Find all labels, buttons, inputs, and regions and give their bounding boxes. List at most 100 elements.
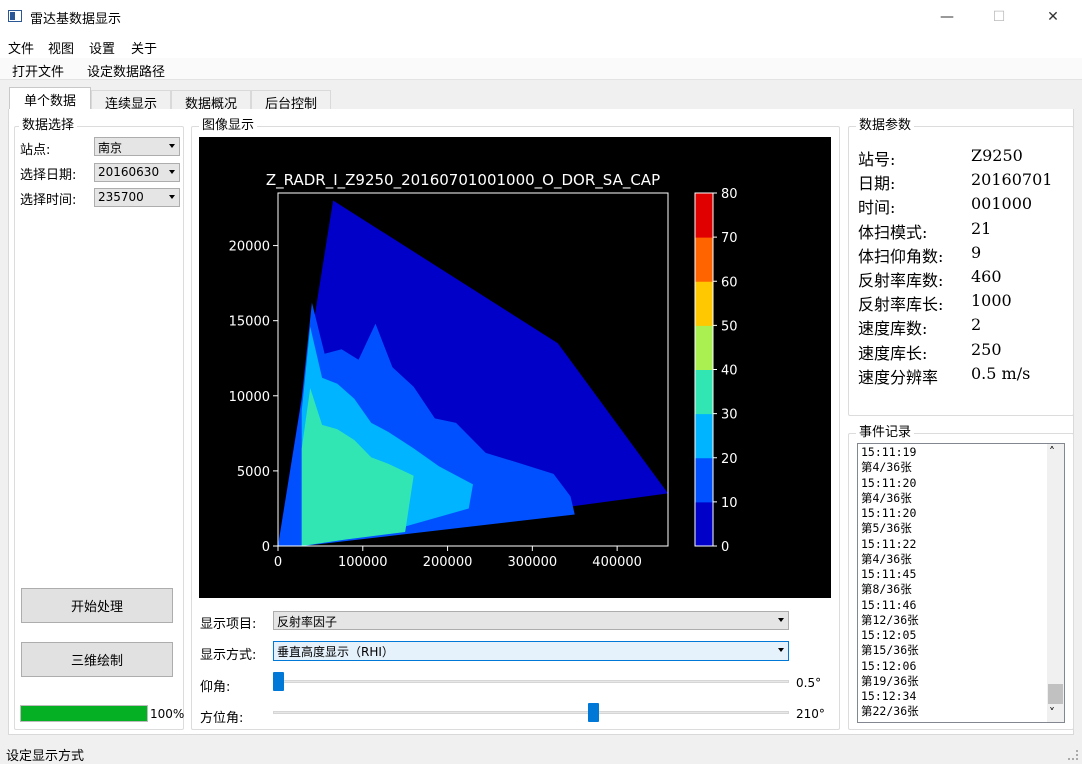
param-value: 9 [971, 242, 982, 262]
resize-grip-icon[interactable] [1068, 750, 1078, 760]
param-label: 站号: [858, 150, 896, 169]
date-select[interactable]: 20160630 [94, 163, 180, 182]
event-log-entry[interactable]: 第4/36张 [861, 491, 912, 506]
event-log-entry[interactable]: 15:12:34 [861, 689, 916, 704]
x-tick-label: 100000 [338, 555, 388, 570]
y-tick-label: 15000 [229, 315, 270, 330]
display-item-value: 反射率因子 [277, 615, 338, 629]
set-data-path-button[interactable]: 设定数据路径 [87, 61, 165, 80]
status-text: 设定显示方式 [6, 749, 85, 764]
event-log-entry[interactable]: 第19/36张 [861, 674, 919, 689]
colorbar-tick-label: 60 [721, 275, 738, 290]
menu-about[interactable]: 关于 [131, 38, 157, 57]
menu-view[interactable]: 视图 [48, 38, 74, 57]
event-log-entry[interactable]: 第5/36张 [861, 521, 912, 536]
colorbar-tick-label: 70 [721, 231, 738, 246]
minimize-button[interactable]: — [924, 0, 970, 34]
time-select-value: 235700 [98, 190, 144, 204]
event-log-entry[interactable]: 第22/36张 [861, 704, 919, 719]
data-select-group [14, 126, 184, 730]
display-item-select[interactable]: 反射率因子 [273, 611, 789, 630]
event-log-entry[interactable]: 15:11:45 [861, 567, 916, 582]
elevation-label: 仰角: [200, 680, 231, 695]
event-log-entry[interactable]: 第8/36张 [861, 582, 912, 597]
display-mode-value: 垂直高度显示（RHI） [277, 645, 394, 659]
chevron-down-icon [778, 618, 784, 622]
x-tick-label: 400000 [592, 555, 642, 570]
menu-bar [0, 34, 1082, 58]
chevron-down-icon [778, 648, 784, 652]
colorbar-tick-label: 10 [721, 496, 738, 511]
param-value: 250 [971, 339, 1002, 359]
x-tick-label: 300000 [508, 555, 558, 570]
tab-single-data[interactable]: 单个数据 [9, 87, 91, 110]
data-params-title: 数据参数 [856, 119, 915, 133]
event-log-entry[interactable]: 15:11:20 [861, 476, 916, 491]
event-log-entry[interactable]: 第4/36张 [861, 460, 912, 475]
param-label: 时间: [858, 198, 896, 218]
station-select[interactable]: 南京 [94, 137, 180, 156]
maximize-button[interactable]: ☐ [976, 0, 1022, 34]
progress-bar [20, 705, 148, 722]
tab-background-control[interactable]: 后台控制 [251, 90, 331, 112]
scrollbar-thumb[interactable] [1048, 684, 1063, 704]
menu-file[interactable]: 文件 [8, 38, 34, 57]
colorbar-tick-label: 0 [721, 540, 729, 555]
colorbar-tick-label: 80 [721, 187, 738, 202]
colorbar-segment [695, 325, 713, 370]
start-processing-button[interactable]: 开始处理 [21, 588, 173, 623]
event-log-entry[interactable]: 15:12:06 [861, 659, 916, 674]
title-bar [0, 0, 1082, 34]
three-d-render-button[interactable]: 三维绘制 [21, 642, 173, 677]
param-value: 2 [971, 315, 982, 335]
tab-data-overview[interactable]: 数据概况 [171, 90, 251, 112]
chevron-down-icon [169, 195, 175, 199]
station-label: 站点: [20, 143, 51, 158]
event-log-entry[interactable]: 第12/36张 [861, 613, 919, 628]
open-file-button[interactable]: 打开文件 [12, 61, 64, 80]
elevation-slider-track[interactable] [273, 680, 789, 683]
image-display-title: 图像显示 [199, 119, 258, 133]
event-log-entry[interactable]: 15:11:20 [861, 506, 916, 521]
scroll-up-icon[interactable]: ˄ [1049, 445, 1055, 459]
scroll-down-icon[interactable]: ˅ [1049, 706, 1055, 720]
chevron-down-icon [169, 144, 175, 148]
event-log-entry[interactable]: 15:11:46 [861, 598, 916, 613]
time-select[interactable]: 235700 [94, 188, 180, 207]
event-log-list[interactable]: 15:11:19 第4/36张 15:11:20 第4/36张 15:11:20 第5/3… [857, 443, 1065, 723]
tab-continuous-display[interactable]: 连续显示 [91, 90, 171, 112]
time-label: 选择时间: [20, 193, 77, 208]
radar-plot: Z_RADR_I_Z9250_20160701001000_O_DOR_SA_C… [199, 137, 831, 598]
event-log-entry[interactable]: 15:12:05 [861, 628, 916, 643]
azimuth-slider-track[interactable] [273, 711, 789, 714]
chevron-down-icon [169, 170, 175, 174]
param-label: 速度分辨率 [858, 367, 939, 387]
event-log-entry[interactable]: 第15/36张 [861, 643, 919, 658]
param-value: 001000 [971, 194, 1033, 214]
close-button[interactable]: ✕ [1030, 0, 1076, 34]
azimuth-slider-handle[interactable] [588, 703, 599, 722]
display-mode-select[interactable]: 垂直高度显示（RHI） [273, 641, 789, 661]
event-log-entry[interactable]: 15:11:19 [861, 445, 916, 460]
colorbar-tick-label: 20 [721, 452, 738, 467]
data-select-title: 数据选择 [19, 119, 78, 133]
y-tick-label: 10000 [229, 390, 270, 405]
event-log-entry[interactable]: 第4/36张 [861, 552, 912, 567]
colorbar-segment [695, 193, 713, 238]
station-select-value: 南京 [98, 141, 123, 155]
elevation-value: 0.5° [796, 676, 822, 690]
param-label: 速度库长: [858, 343, 928, 363]
progress-fill [21, 706, 147, 721]
elevation-slider-handle[interactable] [273, 672, 284, 691]
menu-settings[interactable]: 设置 [89, 38, 115, 57]
event-log-entry[interactable]: 15:11:22 [861, 537, 916, 552]
colorbar-segment [695, 501, 713, 547]
colorbar-segment [695, 281, 713, 326]
date-select-value: 20160630 [98, 165, 160, 179]
colorbar-segment [695, 369, 713, 415]
colorbar-tick-label: 40 [721, 364, 738, 379]
y-tick-label: 0 [262, 540, 270, 555]
event-log-scrollbar[interactable]: ˄ ˅ [1047, 444, 1064, 722]
azimuth-value: 210° [796, 707, 825, 721]
param-label: 体扫模式: [858, 222, 928, 242]
